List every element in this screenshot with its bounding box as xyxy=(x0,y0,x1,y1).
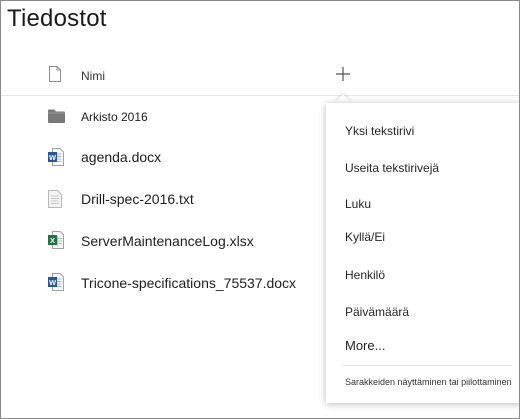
name-column-header[interactable]: Nimi xyxy=(81,69,105,83)
file-name[interactable]: ServerMaintenanceLog.xlsx xyxy=(81,233,254,249)
word-doc-icon: W xyxy=(48,273,64,296)
plus-icon xyxy=(336,67,350,81)
file-name[interactable]: Tricone-specifications_75537.docx xyxy=(81,275,296,291)
list-header: Nimi xyxy=(1,57,519,96)
svg-text:W: W xyxy=(49,153,57,162)
word-doc-icon: W xyxy=(48,148,64,171)
list-item[interactable]: Arkisto 2016 xyxy=(1,109,321,149)
file-name[interactable]: Drill-spec-2016.txt xyxy=(81,191,194,207)
text-file-icon xyxy=(48,190,62,213)
menu-item-yes-no[interactable]: Kyllä/Ei xyxy=(326,223,519,253)
menu-item-number[interactable]: Luku xyxy=(326,190,519,220)
menu-divider xyxy=(342,365,512,366)
file-library-panel: Tiedostot Nimi Arkisto 2016 W agenda.doc… xyxy=(0,0,520,419)
add-column-menu: Yksi tekstirivi Useita tekstirivejä Luku… xyxy=(326,103,519,403)
svg-text:X: X xyxy=(50,236,55,245)
list-item[interactable]: Drill-spec-2016.txt xyxy=(1,190,321,230)
file-name[interactable]: Arkisto 2016 xyxy=(81,109,148,125)
document-type-icon[interactable] xyxy=(49,66,61,87)
menu-pointer-cover xyxy=(331,104,357,114)
excel-icon: X xyxy=(48,231,64,254)
menu-item-multiple-lines-text[interactable]: Useita tekstirivejä xyxy=(326,154,519,184)
list-item[interactable]: W Tricone-specifications_75537.docx xyxy=(1,273,321,313)
menu-item-person[interactable]: Henkilö xyxy=(326,261,519,291)
menu-item-single-line-text[interactable]: Yksi tekstirivi xyxy=(326,117,519,147)
menu-item-date[interactable]: Päivämäärä xyxy=(326,298,519,328)
add-column-button[interactable] xyxy=(334,65,352,83)
list-item[interactable]: X ServerMaintenanceLog.xlsx xyxy=(1,231,321,271)
svg-text:W: W xyxy=(49,278,57,287)
list-item[interactable]: W agenda.docx xyxy=(1,148,321,188)
file-name[interactable]: agenda.docx xyxy=(81,149,161,165)
menu-item-more[interactable]: More... xyxy=(326,331,519,361)
show-hide-columns-link[interactable]: Sarakkeiden näyttäminen tai piilottamine… xyxy=(345,377,512,387)
folder-icon xyxy=(48,109,65,128)
page-title: Tiedostot xyxy=(7,5,107,32)
